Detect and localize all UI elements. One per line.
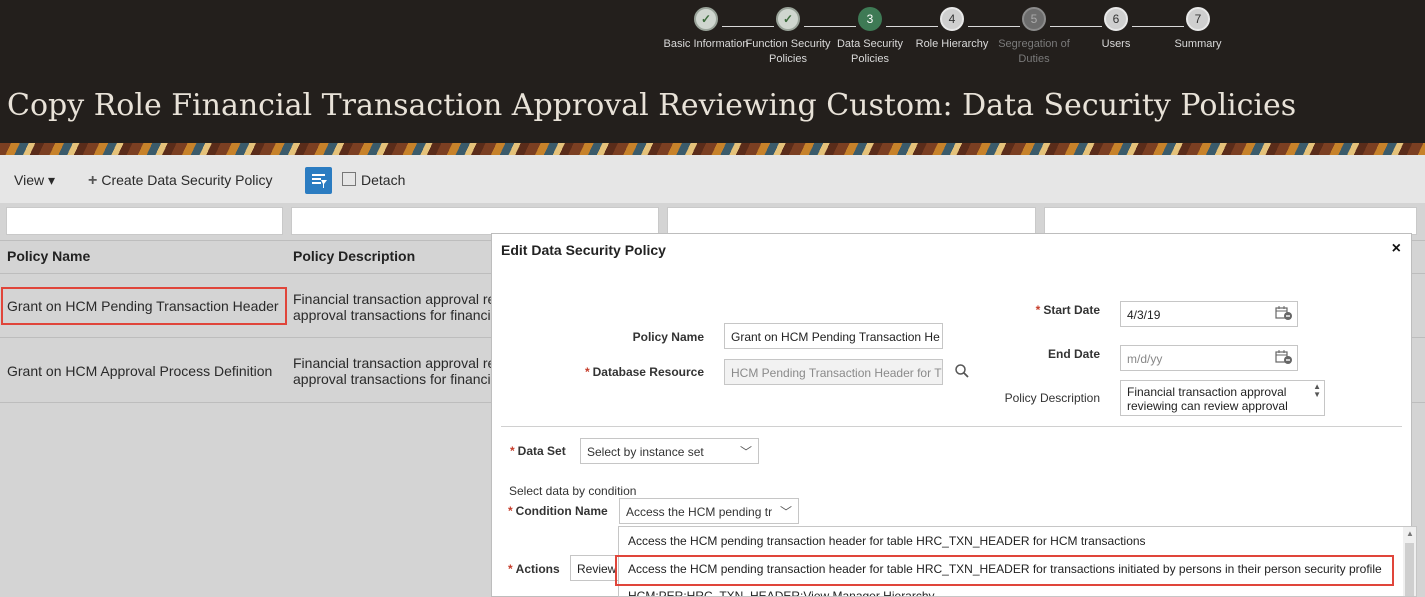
- train-step-summary[interactable]: 7 Summary: [1153, 7, 1243, 52]
- end-date-label: End Date: [1047, 347, 1100, 361]
- step-number: 4: [940, 7, 964, 31]
- detach-label: Detach: [361, 172, 406, 188]
- train-step-function-security-policies[interactable]: ✓ Function Security Policies: [743, 7, 833, 67]
- table-row-description: Financial transaction approval re: [293, 291, 496, 307]
- table-row-description: approval transactions for financi: [293, 307, 491, 323]
- filter-policy-description[interactable]: [291, 207, 659, 235]
- step-label: Summary: [1174, 38, 1222, 50]
- scroll-up-arrow-icon[interactable]: ▲: [1406, 529, 1414, 538]
- train-step-role-hierarchy[interactable]: 4 Role Hierarchy: [907, 7, 997, 52]
- data-set-label: * Data Set: [510, 444, 566, 458]
- policy-description-line: Financial transaction approval: [1127, 385, 1287, 399]
- condition-name-label: * Condition Name: [508, 504, 608, 518]
- column-header-policy-name[interactable]: Policy Name: [7, 248, 90, 264]
- calendar-icon[interactable]: [1275, 305, 1293, 324]
- step-number: 3: [858, 7, 882, 31]
- chevron-down-icon: ﹀: [739, 445, 752, 459]
- filter-policy-name[interactable]: [6, 207, 283, 235]
- scroll-thumb[interactable]: [1405, 543, 1414, 596]
- decorative-banner: [0, 143, 1425, 155]
- data-set-value: Select by instance set: [587, 445, 704, 459]
- table-row-description: Financial transaction approval re: [293, 355, 496, 371]
- start-date-label: * Start Date: [1035, 303, 1100, 317]
- step-label: Data Security Policies: [836, 38, 904, 65]
- data-set-select[interactable]: Select by instance set ﹀: [580, 438, 759, 464]
- step-label: Users: [1101, 38, 1131, 50]
- table-row-description: approval transactions for financi: [293, 371, 491, 387]
- dialog-title: Edit Data Security Policy: [501, 242, 666, 258]
- divider: [501, 426, 1402, 427]
- policy-name-input[interactable]: Grant on HCM Pending Transaction He: [724, 323, 943, 349]
- step-number: 5: [1022, 7, 1046, 31]
- column-header-policy-description[interactable]: Policy Description: [293, 248, 415, 264]
- train-step-users[interactable]: 6 Users: [1071, 7, 1161, 52]
- spin-arrows-icon[interactable]: ▲ ▼: [1313, 383, 1321, 399]
- dropdown-scrollbar[interactable]: ▲: [1403, 527, 1416, 596]
- search-icon[interactable]: [954, 363, 970, 382]
- plus-icon: +: [88, 172, 98, 189]
- step-label: Function Security Policies: [745, 38, 831, 65]
- step-label: Basic Information: [663, 38, 749, 50]
- database-resource-label: * Database Resource: [584, 365, 704, 379]
- step-number: 7: [1186, 7, 1210, 31]
- page-title: Copy Role Financial Transaction Approval…: [7, 88, 1297, 123]
- start-date-input[interactable]: 4/3/19: [1120, 301, 1298, 327]
- step-label: Segregation of Duties: [998, 38, 1070, 65]
- train-step-basic-information[interactable]: ✓ Basic Information: [661, 7, 751, 52]
- condition-name-select[interactable]: Access the HCM pending tr ﹀: [619, 498, 799, 524]
- condition-option[interactable]: HCM:PER:HRC_TXN_HEADER:View Manager Hier…: [628, 589, 935, 596]
- database-resource-input[interactable]: HCM Pending Transaction Header for T: [724, 359, 943, 385]
- step-complete-icon: ✓: [694, 7, 718, 31]
- calendar-icon[interactable]: [1275, 349, 1293, 368]
- highlight-box: [615, 555, 1394, 586]
- step-number: 6: [1104, 7, 1128, 31]
- filter-column-4[interactable]: [1044, 207, 1417, 235]
- policy-name-label: Policy Name: [632, 330, 704, 344]
- close-icon[interactable]: ×: [1392, 240, 1401, 258]
- condition-option[interactable]: Access the HCM pending transaction heade…: [628, 534, 1146, 548]
- filter-column-3[interactable]: [667, 207, 1036, 235]
- table-row-policy-name[interactable]: Grant on HCM Approval Process Definition: [7, 363, 272, 379]
- end-date-input[interactable]: m/d/yy: [1120, 345, 1298, 371]
- actions-label: * Actions: [508, 562, 560, 576]
- train-step-segregation-of-duties: 5 Segregation of Duties: [989, 7, 1079, 67]
- condition-name-value: Access the HCM pending tr: [626, 505, 773, 519]
- policy-description-label: Policy Description: [1004, 391, 1100, 405]
- policy-description-line: reviewing can review approval: [1127, 399, 1288, 413]
- create-data-security-policy-button[interactable]: + Create Data Security Policy: [88, 172, 273, 190]
- highlight-box: [1, 287, 287, 325]
- step-complete-icon: ✓: [776, 7, 800, 31]
- chevron-down-icon: ﹀: [779, 505, 792, 519]
- create-button-label: Create Data Security Policy: [101, 172, 273, 188]
- detach-button[interactable]: Detach: [342, 172, 405, 188]
- select-by-condition-label: Select data by condition: [509, 484, 637, 498]
- view-menu[interactable]: View ▾: [14, 172, 55, 189]
- detach-icon: [342, 172, 356, 186]
- step-label: Role Hierarchy: [915, 38, 989, 50]
- query-by-example-icon[interactable]: [305, 167, 332, 194]
- train-step-data-security-policies[interactable]: 3 Data Security Policies: [825, 7, 915, 67]
- policy-description-textarea[interactable]: Financial transaction approval reviewing…: [1120, 380, 1325, 416]
